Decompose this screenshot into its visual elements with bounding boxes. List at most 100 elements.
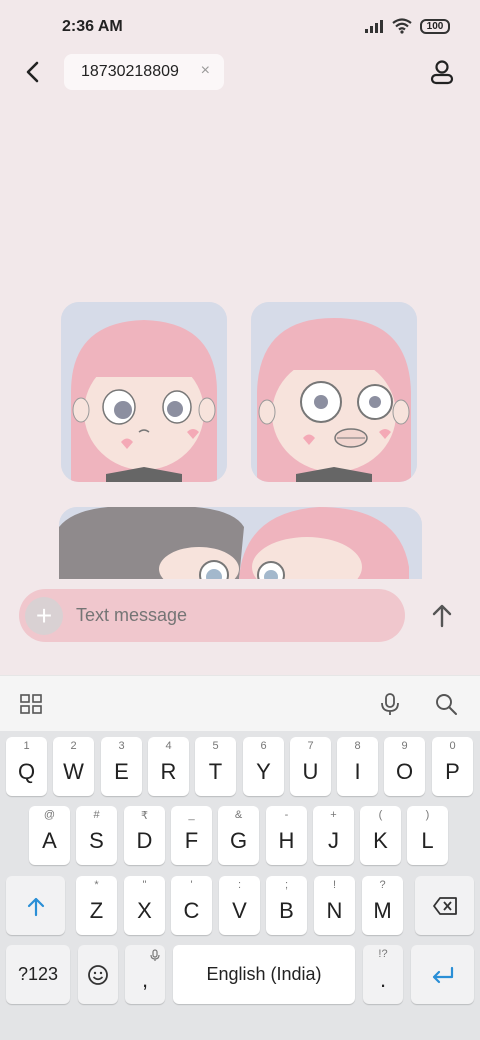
- add-attachment-button[interactable]: +: [25, 596, 63, 635]
- enter-key[interactable]: [411, 945, 474, 1004]
- key-hint: *: [94, 879, 99, 891]
- key-label: A: [42, 827, 57, 853]
- key-q[interactable]: 1Q: [6, 737, 47, 796]
- key-label: Z: [89, 897, 104, 923]
- key-g[interactable]: & G: [218, 806, 259, 865]
- sticker-couple-partial[interactable]: [59, 507, 422, 579]
- enter-arrow-icon: [432, 966, 453, 983]
- key-label: V: [232, 897, 247, 923]
- key-label: X: [137, 897, 152, 923]
- key-i[interactable]: 8I: [337, 737, 378, 796]
- key-label: Q: [17, 758, 36, 784]
- key-hint: 2: [70, 740, 77, 752]
- key-c[interactable]: ' C: [171, 876, 212, 935]
- key-hint: +: [330, 809, 337, 821]
- sticker-shocked-girl[interactable]: [251, 302, 417, 482]
- key-label: Y: [256, 758, 271, 784]
- key-hint: 9: [401, 740, 408, 752]
- key-m[interactable]: ? M: [362, 876, 403, 935]
- key-hint: &: [234, 809, 243, 821]
- key-label: J: [328, 827, 339, 853]
- key-hint: (: [378, 809, 383, 821]
- key-n[interactable]: ! N: [314, 876, 355, 935]
- apps-grid-icon[interactable]: [19, 692, 43, 716]
- key-f[interactable]: _ F: [171, 806, 212, 865]
- symbols-key[interactable]: ?123: [6, 945, 70, 1004]
- wifi-icon: [392, 18, 412, 34]
- mic-hint-icon: [150, 949, 160, 961]
- key-hint: 3: [118, 740, 125, 752]
- sticker-sad-girl[interactable]: [61, 302, 227, 482]
- key-hint: #: [93, 809, 100, 821]
- key-h[interactable]: -H: [266, 806, 307, 865]
- shift-key[interactable]: [6, 876, 65, 935]
- key-d[interactable]: ₹ D: [124, 806, 165, 865]
- key-label: T: [208, 758, 223, 784]
- contact-icon[interactable]: [428, 58, 456, 86]
- key-label: S: [89, 827, 104, 853]
- status-bar: 2:36 AM 100: [0, 0, 480, 52]
- key-u[interactable]: 7U: [290, 737, 331, 796]
- key-t[interactable]: 5T: [195, 737, 236, 796]
- key-v[interactable]: :V: [219, 876, 260, 935]
- key-hint: _: [188, 809, 195, 821]
- key-y[interactable]: 6Y: [243, 737, 284, 796]
- status-icons: 100: [364, 18, 450, 34]
- key-hint: 7: [307, 740, 314, 752]
- send-arrow-icon[interactable]: [428, 602, 456, 630]
- key-p[interactable]: 0P: [432, 737, 473, 796]
- shift-arrow-icon: [27, 897, 44, 916]
- remove-recipient-icon[interactable]: ×: [201, 62, 210, 80]
- key-label: G: [229, 827, 248, 853]
- key-s[interactable]: # S: [76, 806, 117, 865]
- period-label: .: [379, 966, 387, 992]
- recipient-chip[interactable]: 18730218809 ×: [64, 54, 224, 90]
- key-label: P: [445, 758, 460, 784]
- microphone-icon[interactable]: [378, 692, 402, 716]
- key-hint: 1: [23, 740, 30, 752]
- key-l[interactable]: ) L: [407, 806, 448, 865]
- key-e[interactable]: 3E: [101, 737, 142, 796]
- key-o[interactable]: 9O: [384, 737, 425, 796]
- battery-icon: 100: [420, 18, 450, 34]
- key-label: I: [354, 758, 361, 784]
- key-x[interactable]: " X: [124, 876, 165, 935]
- key-label: L: [421, 827, 434, 853]
- key-z[interactable]: * Z: [76, 876, 117, 935]
- couple-image: [59, 507, 422, 579]
- keyboard-toolbar: [0, 675, 480, 731]
- key-j[interactable]: + J: [313, 806, 354, 865]
- key-a[interactable]: @ A: [29, 806, 70, 865]
- key-hint: -: [284, 809, 289, 821]
- comma-key[interactable]: ,: [125, 945, 165, 1004]
- key-hint: ₹: [141, 810, 148, 822]
- conversation-header: 18730218809 ×: [0, 52, 480, 92]
- key-r[interactable]: 4R: [148, 737, 189, 796]
- period-hint: !?: [378, 948, 388, 960]
- key-hint: 4: [165, 740, 172, 752]
- key-label: H: [278, 827, 295, 853]
- key-b[interactable]: ; B: [266, 876, 307, 935]
- search-icon[interactable]: [434, 692, 458, 716]
- key-label: C: [183, 897, 200, 923]
- key-label: E: [114, 758, 129, 784]
- emoji-key[interactable]: [78, 945, 118, 1004]
- key-label: B: [279, 897, 294, 923]
- key-w[interactable]: 2W: [53, 737, 94, 796]
- backspace-icon: [432, 896, 457, 915]
- space-key[interactable]: English (India): [173, 945, 355, 1004]
- key-hint: ": [142, 879, 147, 891]
- key-hint: 6: [260, 740, 267, 752]
- key-hint: 5: [212, 740, 219, 752]
- back-arrow-icon[interactable]: [20, 58, 48, 86]
- key-k[interactable]: (K: [360, 806, 401, 865]
- key-label: K: [373, 827, 388, 853]
- message-input[interactable]: [76, 605, 376, 626]
- key-hint: 8: [354, 740, 361, 752]
- period-key[interactable]: !? .: [363, 945, 403, 1004]
- backspace-key[interactable]: [415, 876, 474, 935]
- key-label: U: [302, 758, 319, 784]
- key-label: R: [160, 758, 177, 784]
- status-time: 2:36 AM: [62, 18, 123, 35]
- comma-label: ,: [141, 966, 149, 992]
